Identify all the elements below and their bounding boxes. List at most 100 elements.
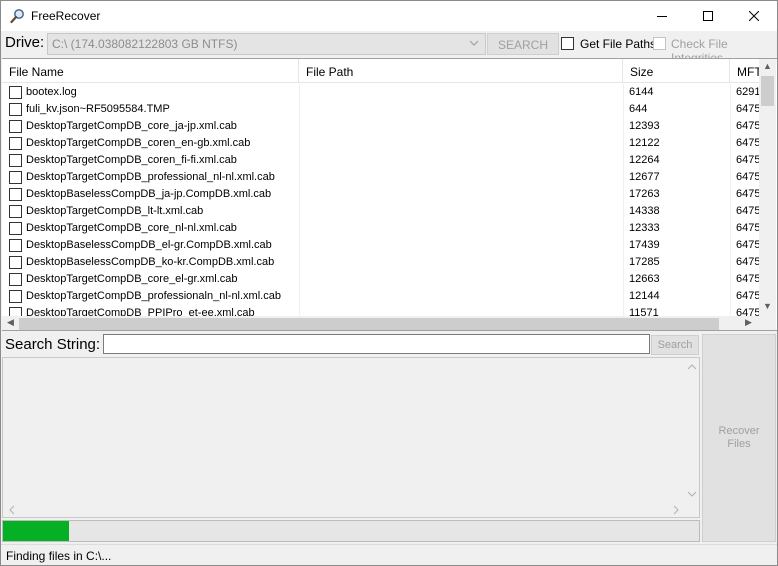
cell-file-name: DesktopTargetCompDB_lt-lt.xml.cab: [26, 205, 204, 217]
cell-mft: 64757: [736, 188, 759, 200]
row-checkbox[interactable]: [9, 239, 22, 252]
cell-size: 17439: [629, 239, 660, 251]
search-string-input[interactable]: [103, 334, 650, 354]
cell-mft: 64757: [736, 103, 759, 115]
get-file-paths-checkbox[interactable]: [561, 37, 574, 50]
search-string-label: Search String:: [5, 336, 101, 353]
scroll-right-icon[interactable]: ▶: [745, 318, 752, 327]
cell-size: 12393: [629, 120, 660, 132]
row-checkbox[interactable]: [9, 103, 22, 116]
cell-file-name: DesktopTargetCompDB_coren_en-gb.xml.cab: [26, 137, 251, 149]
get-file-paths-label: Get File Paths: [580, 37, 657, 51]
cell-file-name: DesktopBaselessCompDB_ja-jp.CompDB.xml.c…: [26, 188, 272, 200]
close-icon: [749, 11, 759, 21]
scroll-up-icon[interactable]: ▲: [763, 62, 772, 71]
cell-file-name: bootex.log: [26, 86, 77, 98]
cell-size: 6144: [629, 86, 654, 98]
cell-size: 12264: [629, 154, 660, 166]
window-title: FreeRecover: [31, 9, 101, 23]
cell-mft: 64757: [736, 171, 759, 183]
cell-file-name: fuli_kv.json~RF5095584.TMP: [26, 103, 170, 115]
title-bar[interactable]: FreeRecover: [1, 1, 777, 31]
cell-file-name: DesktopTargetCompDB_professional_nl-nl.x…: [26, 171, 275, 183]
results-horizontal-scrollbar[interactable]: [4, 503, 685, 517]
cell-mft: 64757: [736, 307, 759, 316]
row-checkbox[interactable]: [9, 188, 22, 201]
file-list[interactable]: File Name File Path Size MFT bootex.log 6…: [2, 58, 777, 331]
file-list-horizontal-scrollbar[interactable]: ◀ ▶: [2, 316, 759, 330]
results-text-area[interactable]: [2, 357, 700, 518]
cell-size: 12122: [629, 137, 660, 149]
row-checkbox[interactable]: [9, 290, 22, 303]
progress-bar-fill: [3, 521, 70, 541]
table-row[interactable]: DesktopTargetCompDB_coren_en-gb.xml.cab 1…: [2, 135, 759, 152]
drive-select[interactable]: C:\ (174.038082122803 GB NTFS): [47, 33, 486, 55]
check-integrities-checkbox[interactable]: [653, 37, 666, 50]
cell-size: 17263: [629, 188, 660, 200]
minimize-button[interactable]: [639, 1, 685, 31]
table-row[interactable]: DesktopTargetCompDB_core_el-gr.xml.cab 12…: [2, 271, 759, 288]
cell-mft: 64757: [736, 137, 759, 149]
row-checkbox[interactable]: [9, 256, 22, 269]
cell-file-name: DesktopBaselessCompDB_ko-kr.CompDB.xml.c…: [26, 256, 275, 268]
scrollbar-thumb[interactable]: [761, 76, 774, 106]
scroll-left-icon[interactable]: ◀: [7, 318, 14, 327]
row-checkbox[interactable]: [9, 137, 22, 150]
cell-file-name: DesktopTargetCompDB_core_el-gr.xml.cab: [26, 273, 238, 285]
row-checkbox[interactable]: [9, 273, 22, 286]
row-checkbox[interactable]: [9, 205, 22, 218]
chevron-down-icon: [469, 40, 479, 46]
cell-file-name: DesktopBaselessCompDB_el-gr.CompDB.xml.c…: [26, 239, 272, 251]
minimize-icon: [657, 16, 667, 17]
file-list-vertical-scrollbar[interactable]: ▲ ▼: [759, 59, 776, 316]
scrollbar-thumb[interactable]: [19, 318, 719, 330]
search-drive-button[interactable]: SEARCH: [487, 33, 559, 55]
scroll-down-icon[interactable]: ▼: [763, 302, 772, 311]
table-row[interactable]: DesktopTargetCompDB_coren_fi-fi.xml.cab 1…: [2, 152, 759, 169]
table-row[interactable]: DesktopTargetCompDB_PPIPro_et-ee.xml.cab…: [2, 305, 759, 316]
table-row[interactable]: DesktopTargetCompDB_lt-lt.xml.cab 14338 64…: [2, 203, 759, 220]
table-row[interactable]: bootex.log 6144 62915: [2, 84, 759, 101]
cell-mft: 62915: [736, 86, 759, 98]
cell-mft: 64757: [736, 290, 759, 302]
column-header-file-name[interactable]: File Name: [2, 59, 299, 83]
cell-size: 12677: [629, 171, 660, 183]
table-row[interactable]: DesktopTargetCompDB_professional_nl-nl.x…: [2, 169, 759, 186]
table-row[interactable]: DesktopTargetCompDB_core_ja-jp.xml.cab 12…: [2, 118, 759, 135]
drive-select-value: C:\ (174.038082122803 GB NTFS): [52, 37, 238, 51]
table-row[interactable]: DesktopTargetCompDB_professionaln_nl-nl.…: [2, 288, 759, 305]
row-checkbox[interactable]: [9, 86, 22, 99]
row-checkbox[interactable]: [9, 120, 22, 133]
results-vertical-scrollbar[interactable]: [685, 359, 699, 502]
cell-size: 14338: [629, 205, 660, 217]
scroll-corner: [759, 316, 776, 330]
maximize-icon: [703, 11, 713, 21]
recover-files-button[interactable]: Recover Files: [702, 334, 776, 542]
column-header-size[interactable]: Size: [623, 59, 730, 83]
cell-size: 644: [629, 103, 648, 115]
table-row[interactable]: DesktopTargetCompDB_core_nl-nl.xml.cab 12…: [2, 220, 759, 237]
cell-mft: 64757: [736, 256, 759, 268]
magnifier-icon: [10, 9, 24, 24]
column-header-file-path[interactable]: File Path: [299, 59, 623, 83]
cell-size: 12333: [629, 222, 660, 234]
table-row[interactable]: DesktopBaselessCompDB_el-gr.CompDB.xml.c…: [2, 237, 759, 254]
cell-file-name: DesktopTargetCompDB_core_nl-nl.xml.cab: [26, 222, 237, 234]
cell-file-name: DesktopTargetCompDB_PPIPro_et-ee.xml.cab: [26, 307, 255, 316]
close-button[interactable]: [731, 1, 777, 31]
cell-mft: 64757: [736, 273, 759, 285]
maximize-button[interactable]: [685, 1, 731, 31]
cell-file-name: DesktopTargetCompDB_coren_fi-fi.xml.cab: [26, 154, 237, 166]
row-checkbox[interactable]: [9, 171, 22, 184]
search-string-button[interactable]: Search: [651, 335, 699, 355]
table-row[interactable]: DesktopBaselessCompDB_ko-kr.CompDB.xml.c…: [2, 254, 759, 271]
row-checkbox[interactable]: [9, 222, 22, 235]
row-checkbox[interactable]: [9, 154, 22, 167]
row-checkbox[interactable]: [9, 307, 22, 316]
table-row[interactable]: DesktopBaselessCompDB_ja-jp.CompDB.xml.c…: [2, 186, 759, 203]
freerecover-window: FreeRecover Drive: C:\ (174.038082122803…: [0, 0, 778, 566]
table-row[interactable]: fuli_kv.json~RF5095584.TMP 644 64757: [2, 101, 759, 118]
cell-mft: 64757: [736, 154, 759, 166]
cell-mft: 64757: [736, 239, 759, 251]
cell-size: 12663: [629, 273, 660, 285]
